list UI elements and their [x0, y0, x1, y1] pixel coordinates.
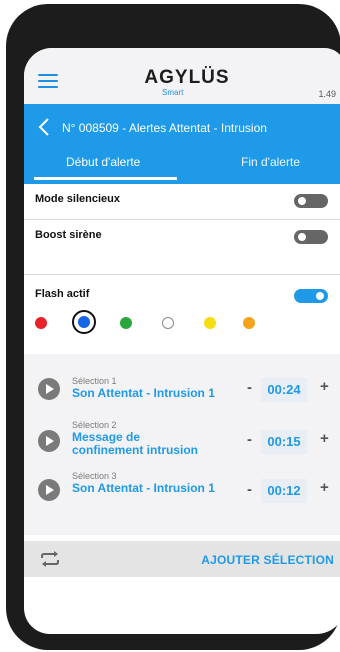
silent-mode-label: Mode silencieux [35, 193, 120, 205]
selection-caption: Sélection 2 [72, 420, 117, 430]
repeat-icon[interactable] [38, 551, 62, 572]
increase-duration-button[interactable]: + [320, 430, 329, 447]
decrease-duration-button[interactable]: - [247, 431, 252, 448]
color-option-yellow[interactable] [204, 317, 216, 329]
flash-color-picker [24, 310, 340, 336]
phone-frame: AGYLÜS Smart 1.49 N° 008509 - Alertes At… [6, 4, 340, 650]
app-version: 1.49 [318, 89, 336, 99]
color-option-red[interactable] [35, 317, 47, 329]
duration-value[interactable]: 00:15 [261, 430, 307, 454]
app-screen: AGYLÜS Smart 1.49 N° 008509 - Alertes At… [24, 48, 340, 634]
tab-fin-alerte[interactable]: Fin d'alerte [241, 155, 300, 169]
play-icon[interactable] [38, 378, 60, 400]
selection-name[interactable]: Message de confinement intrusion [72, 431, 212, 457]
play-icon[interactable] [38, 479, 60, 501]
setting-row-boost-siren: Boost sirène [24, 220, 340, 253]
color-option-green[interactable] [120, 317, 132, 329]
selection-footer-bar: AJOUTER SÉLECTION [24, 541, 340, 577]
menu-icon[interactable] [38, 74, 58, 88]
duration-value[interactable]: 00:12 [261, 479, 307, 503]
decrease-duration-button[interactable]: - [247, 481, 252, 498]
color-option-white[interactable] [162, 317, 174, 329]
logo-subtitle: Smart [162, 88, 184, 97]
add-selection-button[interactable]: AJOUTER SÉLECTION [201, 553, 334, 567]
active-tab-indicator [34, 177, 177, 180]
logo-text: AGYLÜS [144, 67, 230, 88]
duration-value[interactable]: 00:24 [261, 378, 307, 402]
tab-debut-alerte[interactable]: Début d'alerte [66, 155, 140, 169]
setting-row-silent-mode: Mode silencieux [24, 184, 340, 217]
list-item-selection-2: Sélection 2 Message de confinement intru… [24, 420, 340, 470]
boost-siren-toggle[interactable] [294, 230, 328, 244]
increase-duration-button[interactable]: + [320, 479, 329, 496]
flash-active-toggle[interactable] [294, 289, 328, 303]
color-option-blue-selected[interactable] [72, 310, 96, 334]
selection-name[interactable]: Son Attentat - Intrusion 1 [72, 387, 232, 400]
app-header: AGYLÜS Smart 1.49 [24, 48, 340, 104]
flash-active-label: Flash actif [35, 288, 90, 300]
selection-list: Sélection 1 Son Attentat - Intrusion 1 -… [24, 354, 340, 535]
list-item-selection-1: Sélection 1 Son Attentat - Intrusion 1 -… [24, 368, 340, 418]
color-option-orange[interactable] [243, 317, 255, 329]
play-icon[interactable] [38, 430, 60, 452]
silent-mode-toggle[interactable] [294, 194, 328, 208]
increase-duration-button[interactable]: + [320, 378, 329, 395]
selection-caption: Sélection 1 [72, 376, 117, 386]
alert-title-bar: N° 008509 - Alertes Attentat - Intrusion… [24, 104, 340, 184]
boost-siren-label: Boost sirène [35, 229, 102, 241]
back-chevron-icon[interactable] [38, 117, 50, 142]
setting-row-flash-active: Flash actif [24, 279, 340, 312]
selection-caption: Sélection 3 [72, 471, 117, 481]
decrease-duration-button[interactable]: - [247, 379, 252, 396]
page-title: N° 008509 - Alertes Attentat - Intrusion [62, 121, 267, 135]
app-logo: AGYLÜS Smart [142, 67, 232, 98]
list-item-selection-3: Sélection 3 Son Attentat - Intrusion 1 -… [24, 468, 340, 518]
selection-name[interactable]: Son Attentat - Intrusion 1 [72, 482, 232, 495]
divider [24, 274, 340, 275]
